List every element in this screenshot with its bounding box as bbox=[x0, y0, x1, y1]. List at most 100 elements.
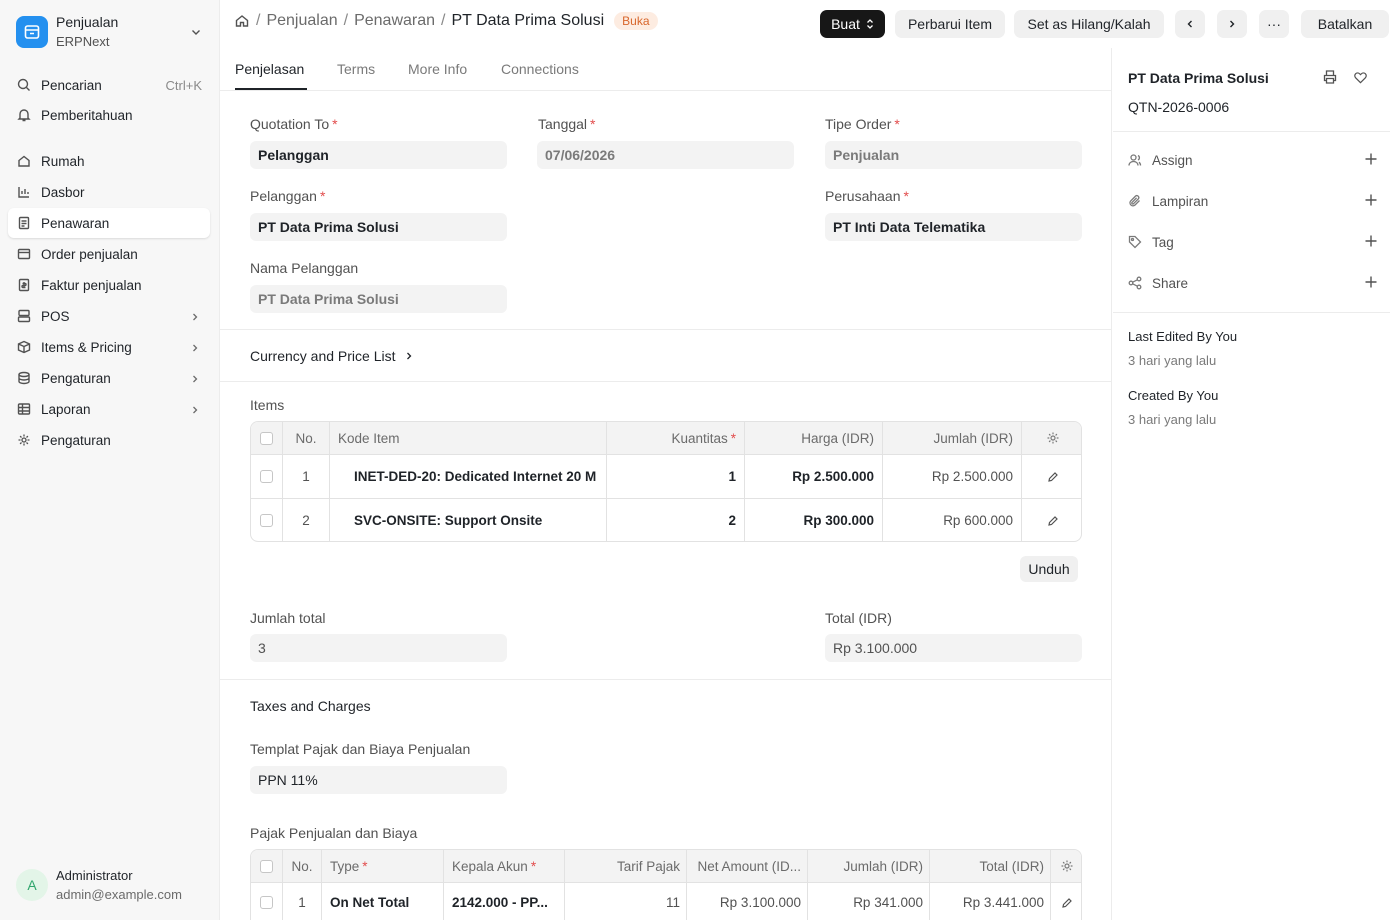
row-qty[interactable]: 1 bbox=[607, 455, 745, 498]
quotation-to-field[interactable]: Pelanggan bbox=[250, 141, 507, 169]
chevron-left-icon bbox=[1185, 19, 1195, 29]
paperclip-icon bbox=[1128, 194, 1144, 208]
download-button[interactable]: Unduh bbox=[1020, 556, 1078, 582]
customer-label: Pelanggan * bbox=[250, 188, 326, 204]
col-tax-amount: Jumlah (IDR) bbox=[808, 850, 930, 882]
tab-terms[interactable]: Terms bbox=[337, 61, 375, 77]
pos-icon bbox=[16, 308, 32, 324]
customer-field[interactable]: PT Data Prima Solusi bbox=[250, 213, 507, 241]
row-no: 2 bbox=[283, 499, 330, 541]
date-field[interactable]: 07/06/2026 bbox=[537, 141, 794, 169]
tab-more-info[interactable]: More Info bbox=[408, 61, 467, 77]
select-all-checkbox[interactable] bbox=[251, 850, 283, 882]
col-type: Type * bbox=[322, 850, 444, 882]
share-action[interactable]: Share bbox=[1128, 273, 1378, 293]
currency-section-toggle[interactable]: Currency and Price List bbox=[250, 348, 414, 364]
row-account[interactable]: 2142.000 - PP... bbox=[444, 883, 565, 920]
set-lost-button[interactable]: Set as Hilang/Kalah bbox=[1014, 10, 1164, 38]
sidebar-item-faktur-penjualan[interactable]: Faktur penjualan bbox=[8, 270, 210, 300]
col-qty: Kuantitas * bbox=[607, 422, 745, 454]
row-checkbox[interactable] bbox=[251, 455, 283, 498]
table-row[interactable]: 1 INET-DED-20: Dedicated Internet 20 M 1… bbox=[251, 454, 1081, 498]
row-checkbox[interactable] bbox=[251, 499, 283, 541]
order-icon bbox=[16, 246, 32, 262]
row-amount: Rp 2.500.000 bbox=[883, 455, 1022, 498]
doc-name: QTN-2026-0006 bbox=[1128, 99, 1230, 115]
cancel-button[interactable]: Batalkan bbox=[1301, 10, 1389, 38]
breadcrumb-module[interactable]: Penjualan bbox=[266, 12, 337, 30]
sidebar-item-pengaturan[interactable]: Pengaturan bbox=[8, 425, 210, 455]
created-time: 3 hari yang lalu bbox=[1128, 412, 1217, 427]
row-rate[interactable]: Rp 300.000 bbox=[745, 499, 883, 541]
edit-icon[interactable] bbox=[1051, 883, 1081, 920]
plus-icon[interactable] bbox=[1364, 152, 1378, 169]
sales-app-icon bbox=[16, 16, 48, 48]
tag-icon bbox=[1128, 235, 1144, 249]
sidebar-item-dasbor[interactable]: Dasbor bbox=[8, 177, 210, 207]
sidebar-item-pengaturan-db[interactable]: Pengaturan bbox=[8, 363, 210, 393]
row-type[interactable]: On Net Total bbox=[322, 883, 444, 920]
tag-label: Tag bbox=[1152, 234, 1174, 250]
tax-template-field[interactable]: PPN 11% bbox=[250, 766, 507, 794]
row-qty[interactable]: 2 bbox=[607, 499, 745, 541]
row-net-amount: Rp 3.100.000 bbox=[687, 883, 808, 920]
home-icon[interactable] bbox=[234, 13, 250, 29]
table-header: No. Type * Kepala Akun * Tarif Pajak Net A… bbox=[251, 850, 1081, 882]
tab-penjelasan[interactable]: Penjelasan bbox=[235, 61, 304, 77]
plus-icon[interactable] bbox=[1364, 193, 1378, 210]
next-doc-button[interactable] bbox=[1217, 10, 1247, 38]
create-button[interactable]: Buat bbox=[820, 10, 885, 38]
row-item-code[interactable]: SVC-ONSITE: Support Onsite bbox=[330, 499, 607, 541]
more-actions-button[interactable]: ··· bbox=[1259, 10, 1289, 38]
column-settings-icon[interactable] bbox=[1051, 850, 1081, 882]
sidebar-item-rumah[interactable]: Rumah bbox=[8, 146, 210, 176]
gear-icon bbox=[16, 432, 32, 448]
sidebar-item-penawaran[interactable]: Penawaran bbox=[8, 208, 210, 238]
tag-action[interactable]: Tag bbox=[1128, 232, 1378, 252]
edit-icon[interactable] bbox=[1022, 455, 1081, 498]
breadcrumb-doctype[interactable]: Penawaran bbox=[354, 12, 435, 30]
divider bbox=[220, 381, 1111, 382]
share-label: Share bbox=[1152, 275, 1189, 291]
heart-icon[interactable] bbox=[1353, 70, 1368, 85]
row-rate[interactable]: 11 bbox=[565, 883, 687, 920]
sidebar-item-pos[interactable]: POS bbox=[8, 301, 210, 331]
divider bbox=[220, 329, 1111, 330]
row-rate[interactable]: Rp 2.500.000 bbox=[745, 455, 883, 498]
table-row[interactable]: 2 SVC-ONSITE: Support Onsite 2 Rp 300.00… bbox=[251, 498, 1081, 541]
row-checkbox[interactable] bbox=[251, 883, 283, 920]
sidebar-notifications[interactable]: Pemberitahuan bbox=[8, 100, 210, 130]
sidebar-item-items-pricing[interactable]: Items & Pricing bbox=[8, 332, 210, 362]
print-icon[interactable] bbox=[1322, 69, 1338, 85]
breadcrumb: / Penjualan / Penawaran / PT Data Prima … bbox=[234, 12, 658, 30]
customer-name-field[interactable]: PT Data Prima Solusi bbox=[250, 285, 507, 313]
sidebar-item-label: Pengaturan bbox=[41, 432, 111, 448]
previous-doc-button[interactable] bbox=[1175, 10, 1205, 38]
sidebar-item-order-penjualan[interactable]: Order penjualan bbox=[8, 239, 210, 269]
plus-icon[interactable] bbox=[1364, 234, 1378, 251]
tab-connections[interactable]: Connections bbox=[501, 61, 579, 77]
update-items-button[interactable]: Perbarui Item bbox=[895, 10, 1005, 38]
app-switcher[interactable]: Penjualan ERPNext bbox=[8, 8, 212, 56]
sidebar-item-laporan[interactable]: Laporan bbox=[8, 394, 210, 424]
column-settings-icon[interactable] bbox=[1022, 422, 1081, 454]
plus-icon[interactable] bbox=[1364, 275, 1378, 292]
order-type-field[interactable]: Penjualan bbox=[825, 141, 1082, 169]
row-item-code[interactable]: INET-DED-20: Dedicated Internet 20 M bbox=[330, 455, 607, 498]
edit-icon[interactable] bbox=[1022, 499, 1081, 541]
bar-chart-icon bbox=[16, 184, 32, 200]
col-net-amount: Net Amount (ID... bbox=[687, 850, 808, 882]
chevron-right-icon bbox=[190, 341, 200, 356]
sidebar-search[interactable]: Pencarian Ctrl+K bbox=[8, 70, 210, 100]
table-row[interactable]: 1 On Net Total 2142.000 - PP... 11 Rp 3.… bbox=[251, 882, 1081, 920]
company-field[interactable]: PT Inti Data Telematika bbox=[825, 213, 1082, 241]
row-total: Rp 3.441.000 bbox=[930, 883, 1051, 920]
assign-action[interactable]: Assign bbox=[1128, 150, 1378, 170]
table-header: No. Kode Item Kuantitas * Harga (IDR) Jum… bbox=[251, 422, 1081, 454]
total-qty-field[interactable]: 3 bbox=[250, 634, 507, 662]
divider bbox=[1113, 312, 1390, 313]
select-all-checkbox[interactable] bbox=[251, 422, 283, 454]
user-menu[interactable]: A Administrator admin@example.com bbox=[16, 866, 182, 904]
attachments-action[interactable]: Lampiran bbox=[1128, 191, 1378, 211]
total-field[interactable]: Rp 3.100.000 bbox=[825, 634, 1082, 662]
